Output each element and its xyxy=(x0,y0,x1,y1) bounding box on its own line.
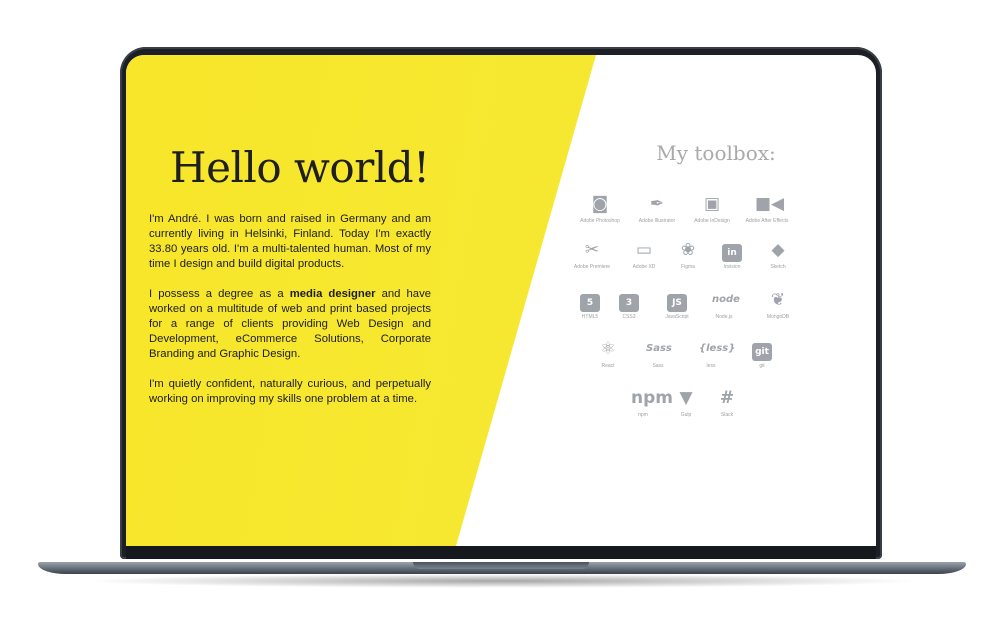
css3-icon: 3 xyxy=(617,289,641,312)
bio-p2-emphasis: media designer xyxy=(289,288,376,300)
toolbox-item-label: Adobe Photoshop xyxy=(580,218,620,224)
toolbox-item-label: Node.js xyxy=(715,314,733,320)
toolbox-title: My toolbox: xyxy=(656,141,776,165)
toolbox-item: ▣ Adobe InDesign xyxy=(682,193,742,224)
laptop-shadow xyxy=(80,574,924,588)
photoshop-icon: ◙ xyxy=(591,194,609,214)
toolbox-item: git git xyxy=(732,338,792,369)
toolbox-item: ✂ Adobe Premiere xyxy=(562,239,622,270)
toolbox-item-label: git xyxy=(759,363,765,369)
mongodb-icon: ❦ xyxy=(770,290,786,310)
illustrator-icon: ✒ xyxy=(649,194,665,214)
toolbox-item-label: Sass xyxy=(652,363,664,369)
react-icon: ⚛ xyxy=(600,339,616,359)
hero-title: Hello world! xyxy=(170,143,430,192)
toolbox-item-label: Slack xyxy=(720,412,734,418)
slack-icon: # xyxy=(719,388,735,408)
toolbox-item-label: Sketch xyxy=(770,264,786,270)
bio-paragraph-2: I possess a degree as a media designer a… xyxy=(149,287,431,362)
indesign-icon: ▣ xyxy=(703,194,721,214)
after-effects-icon: ■◀ xyxy=(755,194,785,214)
less-icon: {less} xyxy=(699,343,736,354)
toolbox-item-label: MongoDB xyxy=(766,314,790,320)
toolbox-item: Sass Sass xyxy=(628,338,688,369)
toolbox-item: node Node.js xyxy=(694,289,754,320)
javascript-icon: JS xyxy=(665,289,689,312)
toolbox-item: ❦ MongoDB xyxy=(748,289,808,320)
npm-icon: npm xyxy=(631,388,673,408)
figma-icon: ❀ xyxy=(680,240,696,260)
toolbox-item: ◙ Adobe Photoshop xyxy=(570,193,630,224)
xd-icon: ▭ xyxy=(635,240,653,260)
toolbox-item: ◆ Sketch xyxy=(748,239,808,270)
git-icon: git xyxy=(750,338,774,361)
toolbox-item: ■◀ Adobe After Effects xyxy=(737,193,797,224)
laptop-base-notch xyxy=(413,562,589,569)
sass-icon: Sass xyxy=(646,343,672,354)
toolbox-item: ✒ Adobe Illustrator xyxy=(627,193,687,224)
sketch-icon: ◆ xyxy=(771,240,785,260)
laptop-screen-chin xyxy=(126,546,876,559)
bio-paragraph-3: I'm quietly confident, naturally curious… xyxy=(149,378,431,405)
toolbox-item-label: Adobe InDesign xyxy=(694,218,730,224)
bio-paragraph-1: I'm André. I was born and raised in Germ… xyxy=(149,213,431,270)
toolbox-item-label: Adobe Premiere xyxy=(573,264,611,270)
toolbox-item: # Slack xyxy=(697,387,757,418)
invision-icon: in xyxy=(720,239,744,262)
bio-p2-before: I possess a degree as a xyxy=(149,288,290,300)
premiere-icon: ✂ xyxy=(584,240,600,260)
toolbox-item-label: Adobe Illustrator xyxy=(638,218,676,224)
toolbox-item-label: Adobe After Effects xyxy=(745,218,789,224)
nodejs-icon: node xyxy=(712,294,740,305)
laptop-screen: Hello world! I'm André. I was born and r… xyxy=(126,55,876,546)
bio-text: I'm André. I was born and raised in Germ… xyxy=(149,212,431,422)
gulp-icon: ▼ xyxy=(679,388,693,408)
